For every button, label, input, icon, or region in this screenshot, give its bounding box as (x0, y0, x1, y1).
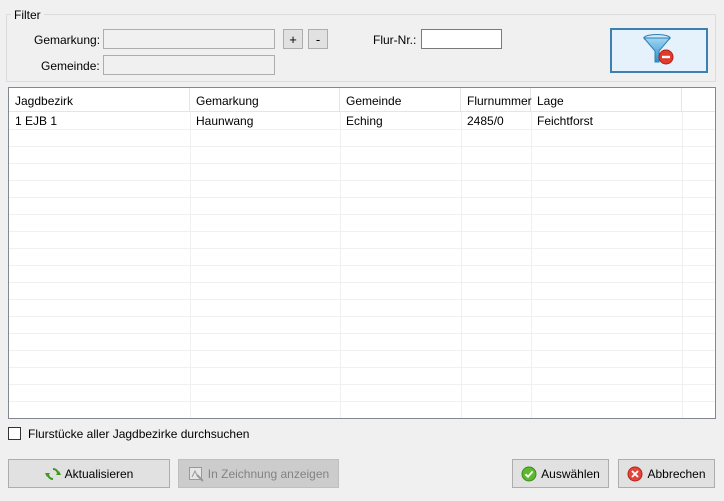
refresh-button[interactable]: Aktualisieren (8, 459, 170, 488)
grid-column-line (340, 112, 341, 418)
grid-row-line (9, 146, 715, 147)
grid-row-line (9, 418, 715, 419)
refresh-icon (44, 466, 61, 482)
flur-nr-field[interactable] (421, 29, 502, 49)
cell-gemeinde[interactable]: Eching (340, 113, 461, 129)
grid-row-line (9, 214, 715, 215)
checkmark-icon (521, 466, 537, 482)
column-header-filler (682, 88, 715, 112)
results-grid[interactable]: Jagdbezirk Gemarkung Gemeinde Flurnummer… (8, 87, 716, 419)
grid-row-line (9, 367, 715, 368)
gemeinde-label: Gemeinde: (41, 59, 100, 73)
cancel-icon (627, 466, 643, 482)
search-all-label[interactable]: Flurstücke aller Jagdbezirke durchsuchen (28, 427, 249, 441)
refresh-label: Aktualisieren (64, 466, 134, 481)
cell-jagdbezirk[interactable]: 1 EJB 1 (9, 113, 190, 129)
column-header-jagdbezirk[interactable]: Jagdbezirk (9, 88, 190, 112)
grid-row-line (9, 265, 715, 266)
grid-row-line (9, 316, 715, 317)
clear-filter-button[interactable] (610, 28, 708, 73)
show-in-drawing-label: In Zeichnung anzeigen (207, 466, 330, 481)
grid-column-line (682, 112, 683, 418)
select-button[interactable]: Auswählen (512, 459, 609, 488)
gemarkung-field[interactable] (103, 29, 275, 49)
remove-gemarkung-button[interactable]: - (308, 29, 328, 49)
filter-group-title: Filter (11, 8, 44, 22)
funnel-remove-icon (642, 32, 676, 69)
gemeinde-field[interactable] (103, 55, 275, 75)
column-header-gemeinde[interactable]: Gemeinde (340, 88, 461, 112)
column-header-lage[interactable]: Lage (531, 88, 682, 112)
cancel-button[interactable]: Abbrechen (618, 459, 715, 488)
grid-row-line (9, 333, 715, 334)
grid-row-line (9, 163, 715, 164)
grid-row-line (9, 180, 715, 181)
grid-column-line (461, 112, 462, 418)
grid-row-line (9, 299, 715, 300)
cell-lage[interactable]: Feichtforst (531, 113, 682, 129)
grid-column-line (190, 112, 191, 418)
column-header-gemarkung[interactable]: Gemarkung (190, 88, 340, 112)
column-header-flurnummer[interactable]: Flurnummer (461, 88, 532, 112)
search-all-checkbox[interactable] (8, 427, 21, 440)
grid-row-line (9, 231, 715, 232)
select-label: Auswählen (541, 466, 600, 481)
flur-nr-label: Flur-Nr.: (373, 33, 417, 47)
gemarkung-label: Gemarkung: (34, 33, 101, 47)
cancel-label: Abbrechen (647, 466, 706, 481)
grid-row-line (9, 350, 715, 351)
drawing-icon (188, 466, 204, 482)
add-gemarkung-button[interactable]: + (283, 29, 303, 49)
cell-gemarkung[interactable]: Haunwang (190, 113, 340, 129)
grid-row-line (9, 129, 715, 130)
cell-flurnummer[interactable]: 2485/0 (461, 113, 531, 129)
show-in-drawing-button[interactable]: In Zeichnung anzeigen (178, 459, 339, 488)
grid-column-line (531, 112, 532, 418)
grid-row-line (9, 248, 715, 249)
grid-row-line (9, 282, 715, 283)
grid-row-line (9, 384, 715, 385)
grid-row-line (9, 401, 715, 402)
grid-row-line (9, 197, 715, 198)
